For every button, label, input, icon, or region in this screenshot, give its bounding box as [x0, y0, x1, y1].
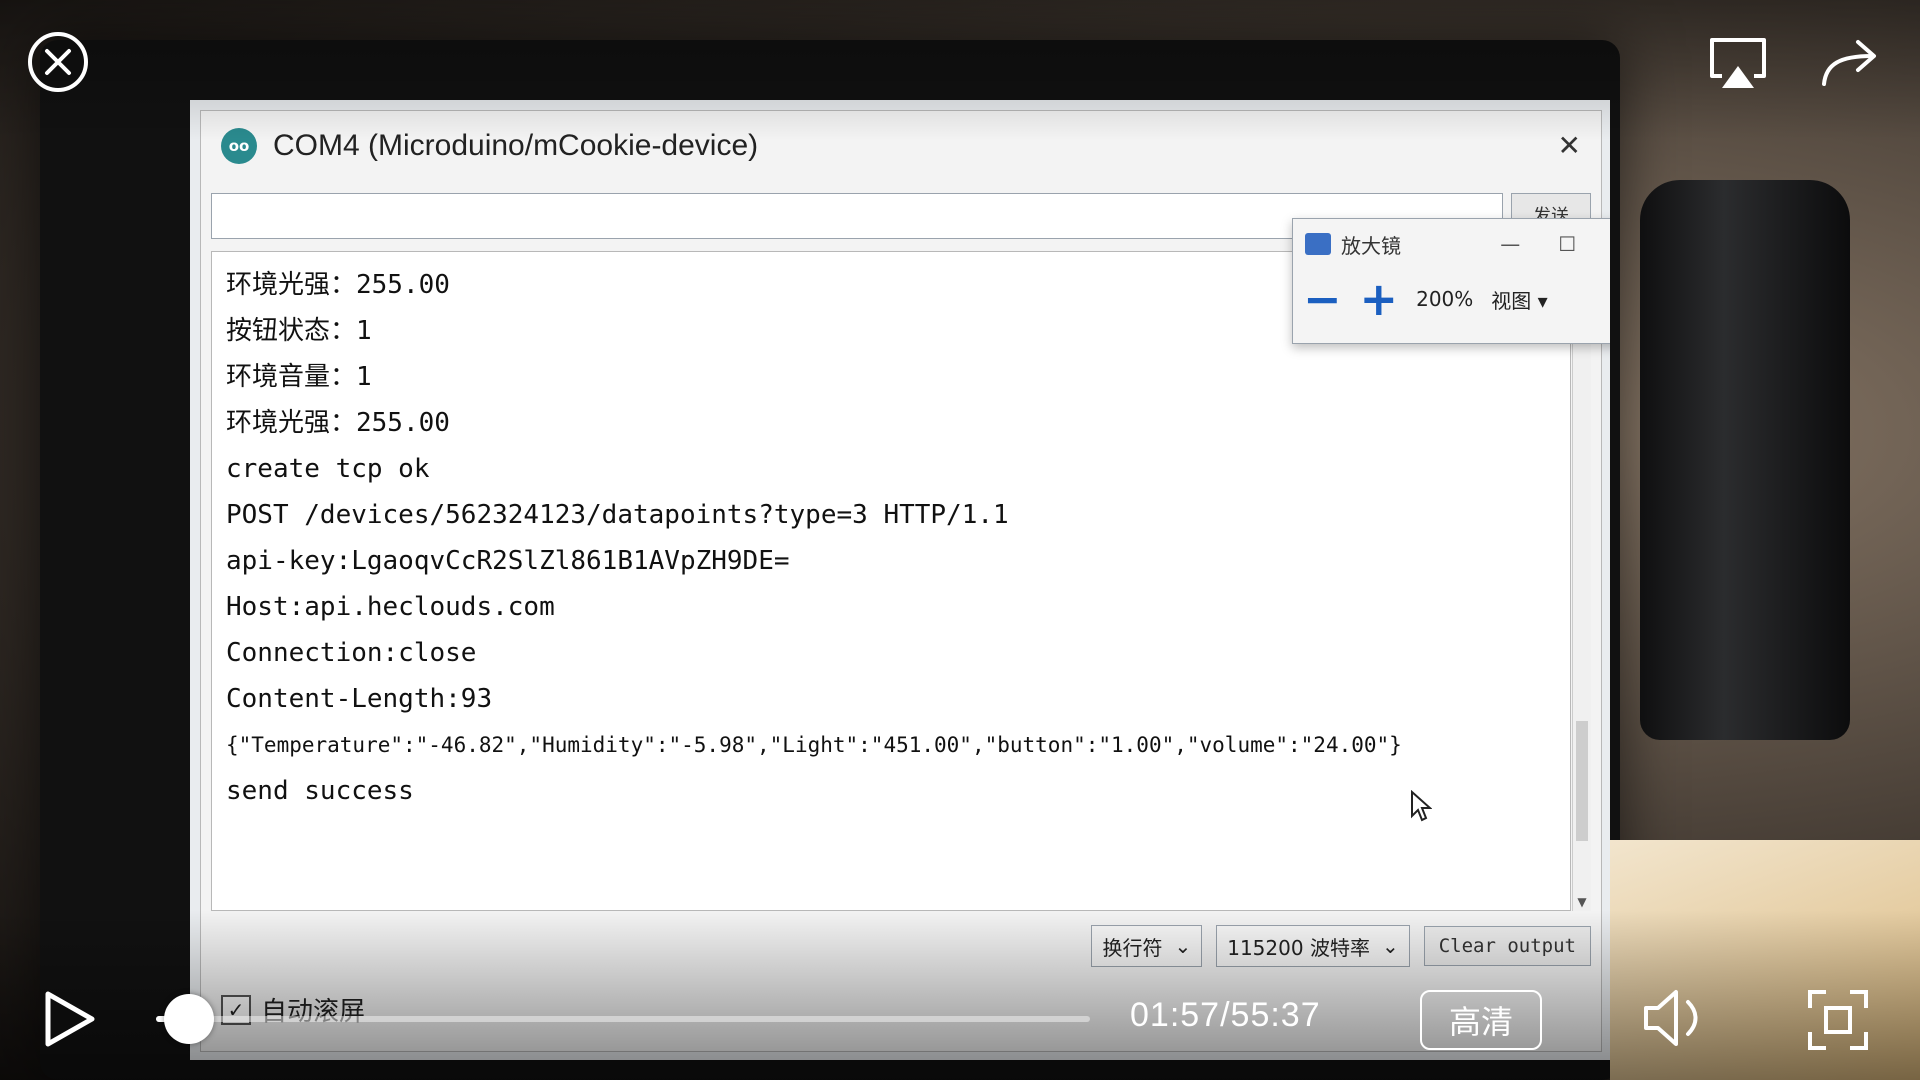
monitor-screen: oo COM4 (Microduino/mCookie-device) ✕ 发送… [190, 100, 1610, 1060]
magnifier-window-controls: — ☐ ✕ [1500, 232, 1610, 256]
autoscroll-toggle[interactable]: ✓ 自动滚屏 [221, 991, 365, 1028]
output-line: send success [226, 776, 414, 806]
scroll-down-icon[interactable]: ▼ [1573, 895, 1591, 909]
thermos-bottle [1640, 180, 1850, 740]
share-icon[interactable] [1818, 36, 1882, 88]
bottom-controls: 换行符 ⌄ 115200 波特率 ⌄ Clear output [211, 921, 1591, 971]
output-line: POST /devices/562324123/datapoints?type=… [226, 500, 1009, 530]
output-line: 环境音量：1 [226, 362, 372, 392]
output-line: 环境光强：255.00 [226, 408, 450, 438]
output-scrollbar[interactable]: ▲ ▼ [1572, 251, 1591, 911]
scroll-thumb[interactable] [1576, 721, 1588, 841]
mouse-cursor-icon [1411, 790, 1432, 822]
progress-knob[interactable] [164, 994, 214, 1044]
minimize-button[interactable]: — [1500, 232, 1520, 256]
baud-rate-value: 115200 波特率 [1227, 935, 1370, 960]
progress-track[interactable] [156, 1016, 1090, 1022]
output-line: Content-Length:93 [226, 684, 493, 714]
magnifier-window: 放大镜 — ☐ ✕ − + 200% 视图 ▾ ⚙ [1292, 218, 1610, 344]
arduino-logo-icon: oo [221, 128, 257, 164]
output-line: Connection:close [226, 638, 477, 668]
monitor-bezel: oo COM4 (Microduino/mCookie-device) ✕ 发送… [40, 40, 1620, 1080]
output-line: api-key:LgaoqvCcR2SlZl861B1AVpZH9DE= [226, 546, 790, 576]
clear-output-button[interactable]: Clear output [1423, 926, 1591, 966]
line-ending-value: 换行符 [1102, 935, 1163, 960]
baud-rate-select[interactable]: 115200 波特率 ⌄ [1216, 925, 1410, 967]
serial-output-area: 环境光强：255.00 按钮状态：1 环境音量：1 环境光强：255.00 cr… [211, 251, 1571, 911]
window-titlebar: oo COM4 (Microduino/mCookie-device) [201, 111, 1601, 181]
play-icon[interactable] [42, 990, 98, 1048]
playback-time: 01:57/55:37 [1130, 996, 1321, 1034]
quality-button[interactable]: 高清 [1420, 990, 1542, 1050]
close-icon[interactable] [26, 30, 90, 94]
output-line: Host:api.heclouds.com [226, 592, 555, 622]
zoom-in-button[interactable]: + [1360, 276, 1399, 322]
magnifier-titlebar: 放大镜 — ☐ ✕ [1293, 219, 1610, 269]
window-close-button[interactable]: ✕ [1558, 129, 1581, 162]
zoom-level: 200% [1416, 287, 1474, 311]
window-title: COM4 (Microduino/mCookie-device) [273, 129, 759, 162]
view-menu-button[interactable]: 视图 ▾ [1491, 285, 1547, 314]
fullscreen-icon[interactable] [1806, 988, 1870, 1052]
chevron-down-icon: ⌄ [1174, 934, 1192, 958]
zoom-out-button[interactable]: − [1303, 276, 1342, 322]
magnifier-icon [1305, 233, 1331, 255]
output-line: create tcp ok [226, 454, 430, 484]
magnifier-toolbar: − + 200% 视图 ▾ ⚙ [1293, 269, 1610, 329]
line-ending-select[interactable]: 换行符 ⌄ [1091, 925, 1203, 967]
autoscroll-label: 自动滚屏 [261, 997, 366, 1027]
output-line: {"Temperature":"-46.82","Humidity":"-5.9… [226, 733, 1402, 757]
volume-icon[interactable] [1640, 988, 1710, 1048]
chevron-down-icon: ⌄ [1381, 934, 1399, 958]
magnifier-title: 放大镜 [1341, 233, 1401, 258]
maximize-button[interactable]: ☐ [1558, 232, 1576, 256]
airplay-icon[interactable] [1708, 36, 1768, 92]
